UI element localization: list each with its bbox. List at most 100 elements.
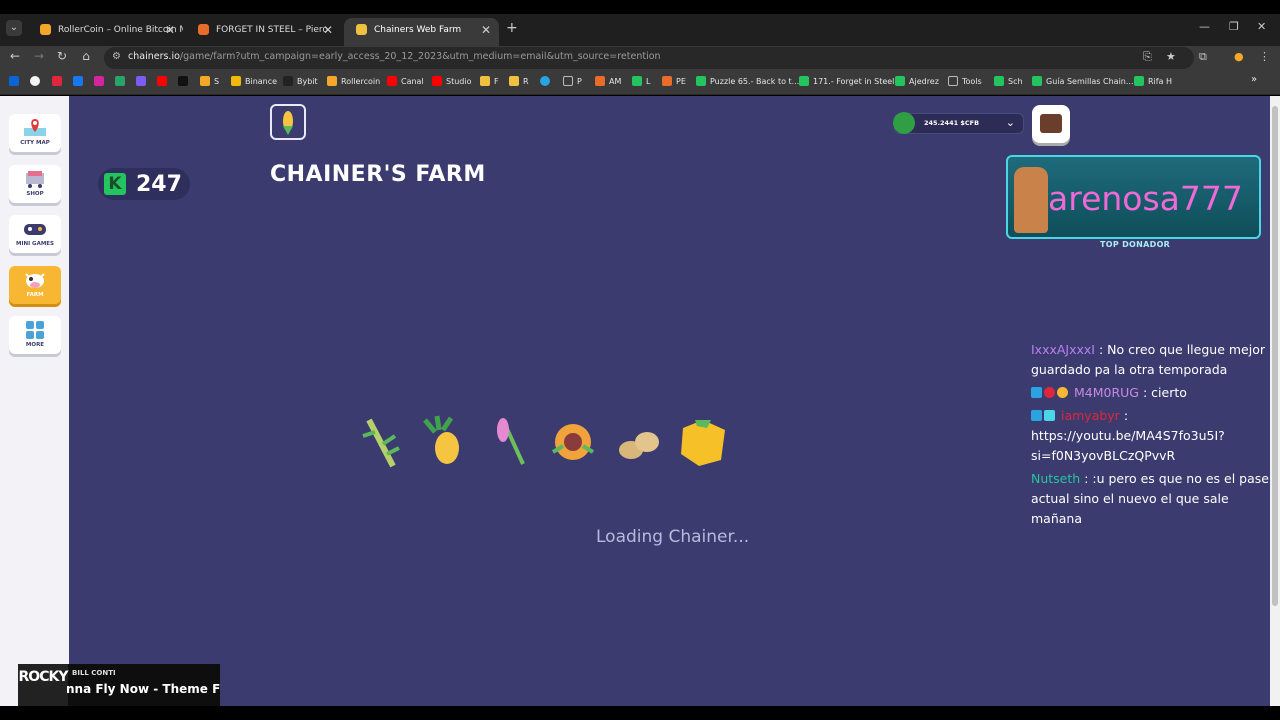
bookmark-canal[interactable]: Canal xyxy=(387,76,424,86)
chat-message: IxxxAJxxxI : No creo que llegue mejor gu… xyxy=(1031,340,1270,380)
bookmark-pe[interactable]: PE xyxy=(662,76,686,86)
chat-username: Nutseth xyxy=(1031,471,1081,486)
bookmark-bybit[interactable]: Bybit xyxy=(283,76,318,86)
red-bookmark-icon[interactable] xyxy=(52,76,66,86)
bookmark-binance[interactable]: Binance xyxy=(231,76,277,86)
extensions-icon[interactable]: ⧉ xyxy=(1199,50,1207,64)
browser-tab-bar: ⌄ RollerCoin – Online Bitcoin Mi ✕ FORGE… xyxy=(0,0,1280,46)
page-scrollbar[interactable] xyxy=(1270,96,1280,706)
more-bookmarks-icon[interactable]: » xyxy=(1251,74,1257,85)
menu-kebab-icon[interactable]: ⋮ xyxy=(1259,50,1270,63)
x-bookmark-icon[interactable] xyxy=(178,76,192,86)
facebook-bookmark-icon[interactable] xyxy=(73,76,87,86)
app-bookmark-icon[interactable] xyxy=(115,76,129,86)
bookmark-puzzle-65[interactable]: Puzzle 65.- Back to t... xyxy=(696,76,799,86)
browser-toolbar: ← → ↻ ⌂ ⚙ chainers.io/game/farm?utm_camp… xyxy=(0,46,1280,71)
close-window-icon[interactable]: ✕ xyxy=(1257,20,1266,33)
restore-icon[interactable]: ❐ xyxy=(1229,20,1239,33)
bookmark-rollercoin[interactable]: Rollercoin xyxy=(327,76,380,86)
cow-icon xyxy=(25,273,45,288)
inventory-chest-button[interactable] xyxy=(1032,105,1070,143)
farm-corn-button[interactable] xyxy=(270,104,306,140)
bookmark-studio[interactable]: Studio xyxy=(432,76,471,86)
gamepad-icon xyxy=(24,224,46,235)
bookmark-l[interactable]: L xyxy=(632,76,650,86)
flower-icon xyxy=(497,418,525,465)
threads-bookmark-icon[interactable] xyxy=(30,76,44,86)
album-cover: ROCKY xyxy=(18,664,68,706)
address-bar[interactable]: ⚙ chainers.io/game/farm?utm_campaign=ear… xyxy=(104,47,1194,69)
close-tab-icon[interactable]: ✕ xyxy=(323,18,333,42)
close-tab-icon[interactable]: ✕ xyxy=(165,18,175,42)
chevron-down-icon: ⌄ xyxy=(1005,116,1015,129)
bookmark-folder-p[interactable]: P xyxy=(563,76,582,86)
bookmark-star-icon[interactable]: ★ xyxy=(1166,50,1176,63)
cash-money-icon xyxy=(893,112,915,134)
corn-icon xyxy=(283,111,293,135)
cheese-cube-icon xyxy=(681,420,725,466)
tab-chainers[interactable]: Chainers Web Farm ✕ xyxy=(344,18,499,46)
install-app-icon[interactable]: ⎘ xyxy=(1143,50,1152,64)
wallet-dropdown[interactable]: 245.2441 $CFB ⌄ xyxy=(893,112,1024,134)
sidebar-item-shop[interactable]: SHOP xyxy=(9,165,61,203)
shop-cart-icon xyxy=(26,171,44,188)
minimize-icon[interactable]: — xyxy=(1199,20,1210,33)
bookmark-am[interactable]: AM xyxy=(595,76,621,86)
chat-message: Nutseth : :u pero es que no es el pase a… xyxy=(1031,469,1270,529)
wallet-balance: 245.2441 $CFB xyxy=(924,119,980,127)
bookmark-guia-semillas[interactable]: Guía Semillas Chain... xyxy=(1032,76,1134,86)
stream-chat: IxxxAJxxxI : No creo que llegue mejor gu… xyxy=(1031,340,1270,532)
chest-icon xyxy=(1040,114,1062,133)
bookmark-r[interactable]: R xyxy=(509,76,529,86)
home-icon[interactable]: ⌂ xyxy=(77,49,95,63)
bookmark-sch[interactable]: Sch xyxy=(994,76,1023,86)
bookmark-folder-tools[interactable]: Tools xyxy=(948,76,982,86)
site-info-icon[interactable]: ⚙ xyxy=(112,51,121,62)
bookmark-f[interactable]: F xyxy=(480,76,499,86)
profile-avatar-icon[interactable]: ● xyxy=(1234,50,1244,63)
bookmark-s[interactable]: S xyxy=(200,76,219,86)
new-tab-button[interactable]: + xyxy=(506,20,518,36)
reload-icon[interactable]: ↻ xyxy=(53,49,71,63)
potato-icon xyxy=(619,432,659,459)
telegram-bookmark-icon[interactable] xyxy=(540,76,554,86)
sidebar-item-more[interactable]: MORE xyxy=(9,316,61,354)
forget-in-steel-favicon-icon xyxy=(198,24,209,35)
bookmark-rifa-h[interactable]: Rifa H xyxy=(1134,76,1172,86)
grid-more-icon xyxy=(26,321,44,339)
badge-icon xyxy=(1057,387,1068,398)
cat-avatar-icon xyxy=(1014,167,1048,233)
tab-rollercoin[interactable]: RollerCoin – Online Bitcoin Mi ✕ xyxy=(28,18,183,46)
forward-arrow-icon[interactable]: → xyxy=(30,49,48,63)
badge-icon xyxy=(1031,387,1042,398)
instagram-bookmark-icon[interactable] xyxy=(94,76,108,86)
bookmarks-bar: S Binance Bybit Rollercoin Canal Studio … xyxy=(0,71,1280,95)
chart-bookmark-icon[interactable] xyxy=(136,76,150,86)
chat-message: iamyabyr : https://youtu.be/MA4S7fo3u5I?… xyxy=(1031,406,1270,466)
badge-icon xyxy=(1031,410,1042,421)
game-sidebar: CITY MAP SHOP MINI GAMES FARM MORE xyxy=(0,96,69,706)
chat-username: M4M0RUG xyxy=(1073,385,1139,400)
youtube-bookmark-icon[interactable] xyxy=(157,76,171,86)
back-arrow-icon[interactable]: ← xyxy=(6,49,24,63)
pineapple-icon xyxy=(423,415,459,464)
chainers-farm-page: CITY MAP SHOP MINI GAMES FARM MORE K 247… xyxy=(0,96,1270,706)
top-donor-card: arenosa777 xyxy=(1006,155,1261,239)
rollercoin-favicon-icon xyxy=(40,24,51,35)
top-black-strip xyxy=(0,0,1280,14)
donor-label: TOP DONADOR xyxy=(1100,240,1171,249)
kick-viewer-badge: K 247 xyxy=(98,168,190,200)
close-tab-icon[interactable]: ✕ xyxy=(481,18,491,42)
music-song-title: nna Fly Now - Theme Fro xyxy=(66,682,220,696)
outlook-bookmark-icon[interactable] xyxy=(9,76,23,86)
bookmark-ajedrez[interactable]: Ajedrez xyxy=(895,76,939,86)
scrollbar-thumb[interactable] xyxy=(1272,106,1278,606)
tab-forget-in-steel[interactable]: FORGET IN STEEL – Piero ✕ xyxy=(186,18,341,46)
sidebar-item-city-map[interactable]: CITY MAP xyxy=(9,114,61,152)
sidebar-item-mini-games[interactable]: MINI GAMES xyxy=(9,215,61,253)
tab-title: FORGET IN STEEL – Piero xyxy=(216,25,328,35)
bookmark-forget-in-steel[interactable]: 171.- Forget in Steel xyxy=(799,76,894,86)
sidebar-item-farm[interactable]: FARM xyxy=(9,266,61,304)
tab-search-button[interactable]: ⌄ xyxy=(6,20,22,36)
chat-message: M4M0RUG : cierto xyxy=(1031,383,1270,403)
